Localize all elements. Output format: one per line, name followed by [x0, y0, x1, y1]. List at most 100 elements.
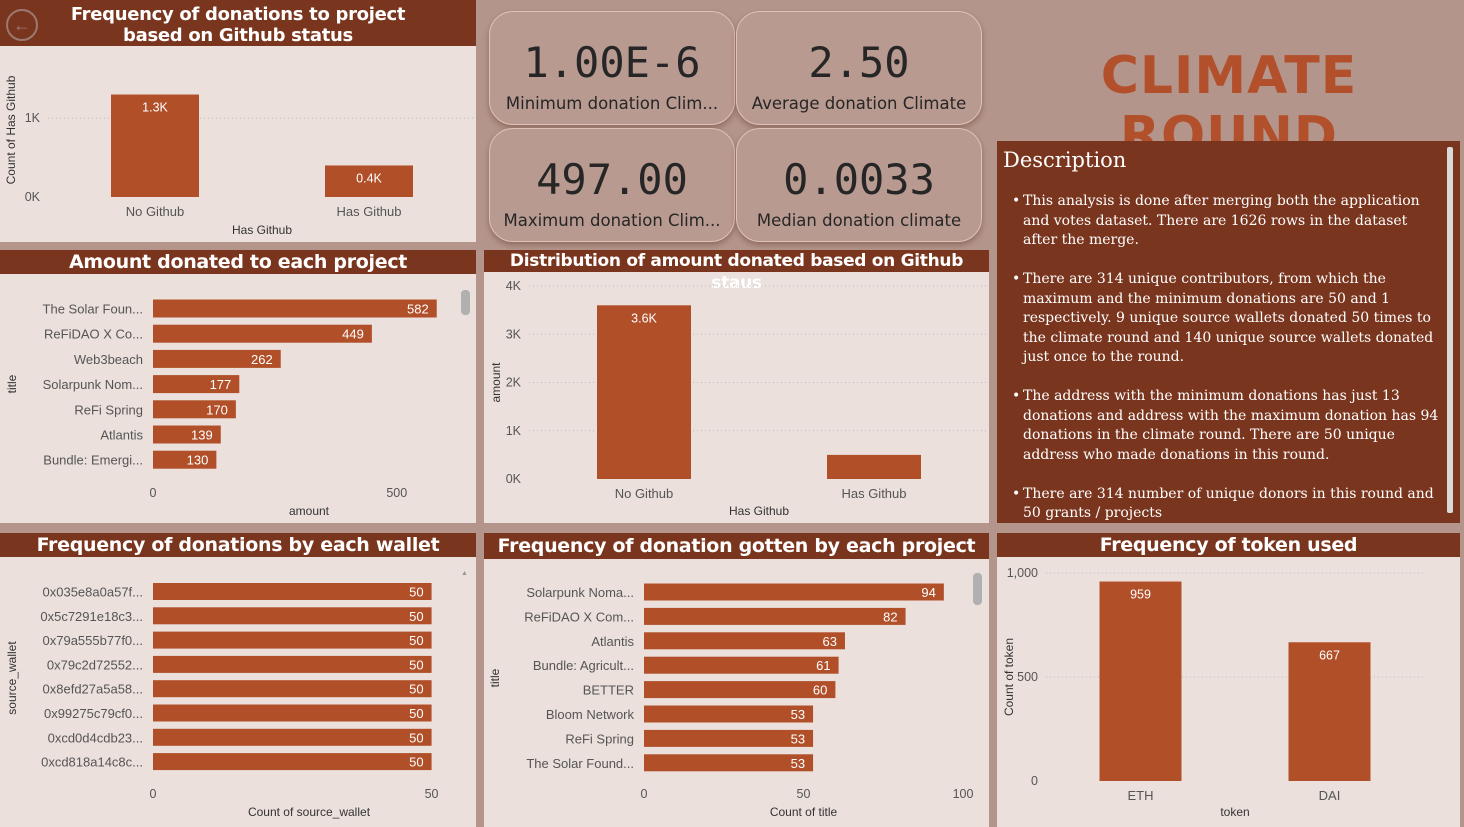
- y-tick-label: 3K: [506, 327, 522, 341]
- description-list: • This analysis is done after merging bot…: [1009, 192, 1444, 524]
- data-label: 170: [206, 402, 228, 417]
- github-freq-chart: 0K 1K 1.3K No Github 0.4K Has Github Has Githu…: [4, 75, 476, 237]
- data-label: 1.3K: [142, 101, 168, 115]
- scrollbar[interactable]: [1447, 147, 1453, 513]
- data-label: 50: [409, 730, 423, 745]
- kpi-median-donation[interactable]: 0.0033 Median donation climate: [736, 128, 982, 242]
- kpi-min-donation[interactable]: 1.00E-6 Minimum donation Clim...: [489, 11, 735, 125]
- kpi-value: 2.50: [808, 38, 910, 87]
- y-tick-label: Solarpunk Nom...: [43, 377, 143, 392]
- y-tick-label: ReFi Spring: [565, 731, 634, 746]
- y-tick-label: Atlantis: [100, 428, 143, 443]
- y-tick-label: Solarpunk Noma...: [526, 585, 634, 600]
- y-tick-label: 0x79c2d72552...: [47, 657, 143, 672]
- data-label: 50: [409, 682, 423, 697]
- bar: [1099, 581, 1182, 781]
- y-tick-label: 0xcd0d4cdb23...: [48, 730, 143, 745]
- bar: [153, 324, 372, 343]
- y-tick-label: Bundle: Agricult...: [533, 658, 634, 673]
- y-tick-label: BETTER: [583, 683, 634, 698]
- y-axis-label: Count of Has Github: [4, 75, 18, 184]
- kpi-max-donation[interactable]: 497.00 Maximum donation Clim...: [489, 128, 735, 242]
- x-tick-label: No Github: [615, 486, 674, 501]
- bar: [644, 632, 845, 650]
- amount-github-panel[interactable]: Distribution of amount donated based on …: [484, 250, 989, 523]
- y-axis-label: title: [5, 374, 19, 393]
- bar: [153, 607, 432, 625]
- x-tick-label: 500: [386, 486, 407, 500]
- data-label: 3.6K: [631, 311, 657, 325]
- y-tick-label: Web3beach: [74, 352, 143, 367]
- description-item: • There are 314 unique contributors, from…: [1009, 270, 1444, 368]
- data-label: 262: [251, 352, 273, 367]
- scrollbar[interactable]: [973, 573, 982, 605]
- bullet-icon: •: [1012, 388, 1021, 404]
- x-tick-label: 50: [425, 787, 439, 801]
- data-label: 50: [409, 706, 423, 721]
- y-tick-label: 1K: [506, 424, 522, 438]
- y-tick-label: 0: [1031, 774, 1038, 788]
- bar: [827, 454, 921, 479]
- project-freq-panel[interactable]: Frequency of donation gotten by each pro…: [484, 533, 989, 827]
- project-freq-chart: 94 Solarpunk Noma... 82 ReFiDAO X Com... 63 A…: [488, 583, 974, 819]
- y-tick-label: Atlantis: [591, 634, 634, 649]
- bar: [153, 728, 432, 746]
- github-freq-panel[interactable]: Frequency of donations to project based …: [0, 0, 476, 242]
- y-tick-label: 0x8efd27a5a58...: [43, 682, 143, 697]
- wallet-freq-panel[interactable]: Frequency of donations by each wallet 50…: [0, 533, 476, 827]
- y-tick-label: 0K: [25, 190, 41, 204]
- data-label: 959: [1130, 588, 1151, 602]
- x-tick-label: 0: [150, 486, 157, 500]
- description-text: This analysis is done after merging both…: [1023, 193, 1420, 248]
- kpi-label: Minimum donation Clim...: [505, 94, 719, 113]
- data-label: 61: [816, 658, 830, 673]
- bar: [153, 583, 432, 600]
- x-tick-label: 100: [953, 787, 974, 801]
- description-item: • The address with the minimum donations …: [1009, 387, 1444, 465]
- y-tick-label: Bloom Network: [546, 707, 635, 722]
- x-tick-label: 50: [797, 787, 811, 801]
- bar: [644, 583, 944, 601]
- bar: [644, 681, 836, 699]
- y-tick-label: 1,000: [1007, 566, 1038, 580]
- description-text: The address with the minimum donations h…: [1023, 388, 1439, 463]
- y-tick-label: 0x035e8a0a57f...: [43, 585, 143, 600]
- bullet-icon: •: [1012, 271, 1021, 287]
- description-text: There are 314 number of unique donors in…: [1023, 485, 1434, 522]
- data-label: 50: [409, 755, 423, 770]
- amount-project-panel[interactable]: Amount donated to each project 582 The So…: [0, 250, 476, 523]
- bullet-icon: •: [1012, 485, 1021, 502]
- data-label: 53: [791, 731, 805, 746]
- wallet-freq-chart: 50 0x035e8a0a57f... 50 0x5c7291e18c3... 50 0x…: [5, 583, 439, 819]
- data-label: 139: [191, 428, 213, 443]
- scrollbar[interactable]: [461, 290, 470, 315]
- token-freq-panel[interactable]: Frequency of token used 0 500 1,000 959 ETH 6…: [997, 533, 1460, 827]
- bar: [644, 754, 814, 772]
- bar: [644, 729, 814, 747]
- y-tick-label: 4K: [506, 279, 522, 293]
- scroll-up-icon[interactable]: ▲: [461, 570, 468, 577]
- bar: [1288, 642, 1371, 781]
- bar: [644, 607, 906, 625]
- y-axis-label: amount: [489, 362, 503, 403]
- x-axis-label: Count of source_wallet: [248, 805, 371, 819]
- kpi-value: 497.00: [536, 155, 688, 204]
- bar: [644, 656, 839, 674]
- kpi-avg-donation[interactable]: 2.50 Average donation Climate: [736, 11, 982, 125]
- bullet-icon: •: [1012, 193, 1021, 209]
- data-label: 94: [921, 585, 935, 600]
- bar: [153, 631, 432, 649]
- description-heading: Description: [1003, 148, 1127, 172]
- data-label: 82: [883, 609, 897, 624]
- y-tick-label: ReFiDAO X Com...: [524, 609, 634, 624]
- data-label: 60: [813, 683, 827, 698]
- y-axis-label: source_wallet: [5, 641, 19, 715]
- x-axis-label: Count of title: [770, 805, 838, 819]
- y-tick-label: 500: [1017, 670, 1038, 684]
- y-tick-label: 1K: [25, 111, 41, 125]
- bar: [644, 705, 814, 723]
- description-item: • This analysis is done after merging bot…: [1009, 192, 1444, 251]
- data-label: 63: [823, 634, 837, 649]
- amount-project-chart: 582 The Solar Foun... 449 ReFiDAO X Co... 26…: [5, 299, 437, 518]
- kpi-label: Average donation Climate: [751, 94, 967, 113]
